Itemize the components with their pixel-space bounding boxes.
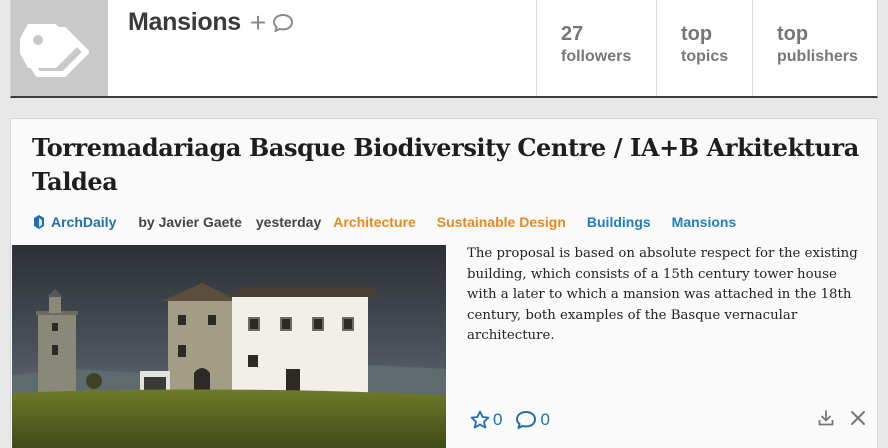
article-summary: The proposal is based on absolute respec… (467, 246, 858, 343)
comment-icon[interactable] (272, 12, 294, 34)
followers-count: 27 (561, 23, 584, 45)
top-topics-value: top (681, 23, 713, 45)
author-byline[interactable]: by Javier Gaete (138, 214, 242, 230)
tag-icon (19, 24, 89, 77)
tag-mansions[interactable]: Mansions (672, 214, 737, 230)
star-icon (470, 410, 490, 429)
top-publishers-link[interactable]: top publishers (752, 0, 878, 96)
topic-header: Mansions + 27 followers top topics top p… (10, 0, 878, 98)
publisher-name: ArchDaily (51, 214, 117, 230)
article-card: Torremadariaga Basque Biodiversity Centr… (10, 118, 878, 448)
top-topics-link[interactable]: top topics (656, 0, 752, 96)
top-publishers-label: publishers (777, 48, 858, 65)
publish-time: yesterday (255, 214, 322, 230)
article-title[interactable]: Torremadariaga Basque Biodiversity Centr… (32, 131, 862, 199)
article-image[interactable] (12, 245, 446, 448)
tag-buildings[interactable]: Buildings (587, 214, 651, 230)
comment-icon (516, 411, 537, 429)
download-icon[interactable] (817, 409, 835, 427)
top-topics-label: topics (681, 48, 729, 65)
like-count: 0 (493, 410, 503, 429)
card-tools (803, 409, 867, 427)
topic-title: Mansions (128, 8, 241, 36)
top-publishers-value: top (777, 23, 809, 45)
like-button[interactable]: 0 (469, 409, 502, 431)
publisher-link[interactable]: ArchDaily (33, 214, 116, 230)
followers-stat[interactable]: 27 followers (536, 0, 656, 96)
article-meta: ArchDaily by Javier Gaete yesterday Arch… (33, 211, 736, 233)
close-icon[interactable] (849, 409, 867, 427)
followers-label: followers (561, 48, 632, 65)
topic-tile (11, 0, 108, 96)
tag-sustainable-design[interactable]: Sustainable Design (437, 214, 566, 230)
archdaily-icon (33, 214, 45, 230)
article-actions: 0 0 (469, 409, 550, 431)
tag-architecture[interactable]: Architecture (333, 214, 415, 230)
follow-plus-button[interactable]: + (250, 8, 266, 37)
comments-button[interactable]: 0 (514, 409, 550, 431)
comment-count: 0 (540, 410, 550, 429)
